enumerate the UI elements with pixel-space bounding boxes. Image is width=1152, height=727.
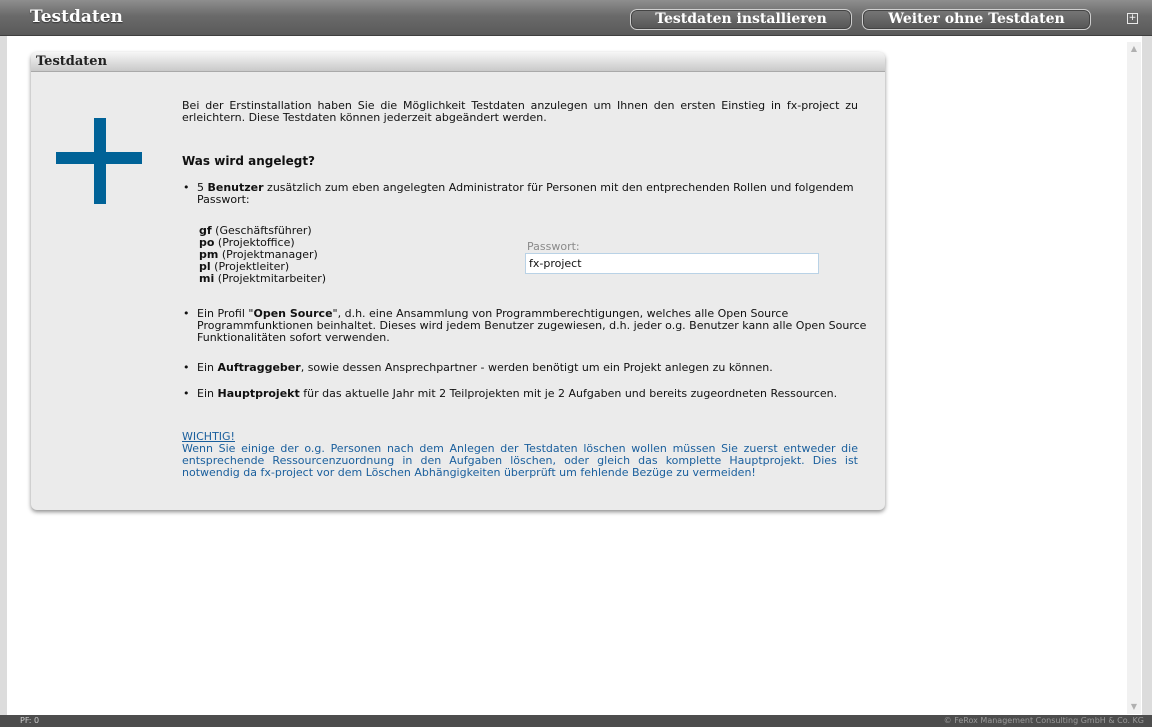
list-item-users: 5 Benutzer zusätzlich zum eben angelegte… (182, 182, 877, 206)
password-label: Passwort: (527, 240, 580, 253)
client-text: , sowie dessen Ansprechpartner - werden … (300, 361, 773, 374)
list-item-open-source: Ein Profil "Open Source", d.h. eine Ansa… (182, 308, 885, 344)
testdata-panel: Testdaten Bei der Erstinstallation haben… (31, 52, 885, 510)
users-text: zusätzlich zum eben angelegten Administr… (197, 181, 854, 206)
install-testdata-button[interactable]: Testdaten installieren (630, 9, 852, 30)
panel-title: Testdaten (31, 52, 885, 72)
role-name: (Projektmitarbeiter) (214, 272, 327, 285)
skip-testdata-button[interactable]: Weiter ohne Testdaten (862, 9, 1091, 30)
scroll-up-arrow-icon[interactable]: ▲ (1127, 42, 1141, 56)
client-pre: Ein (197, 361, 218, 374)
page-title: Testdaten (30, 7, 123, 27)
top-bar: Testdaten Testdaten installieren Weiter … (0, 0, 1152, 36)
status-bar: PF: 0 © FeRox Management Consulting GmbH… (0, 715, 1152, 727)
vertical-scrollbar[interactable]: ▲ ▼ (1127, 42, 1141, 714)
project-text: für das aktuelle Jahr mit 2 Teilprojekte… (299, 387, 838, 400)
status-left: PF: 0 (20, 716, 40, 725)
role-code: mi (199, 272, 215, 285)
client-label: Auftraggeber (217, 361, 301, 374)
project-pre: Ein (197, 387, 218, 400)
list-item-project: Ein Hauptprojekt für das aktuelle Jahr m… (182, 387, 885, 401)
list-item-client: Ein Auftraggeber, sowie dessen Ansprechp… (182, 361, 885, 375)
warning-text: Wenn Sie einige der o.g. Personen nach d… (182, 442, 858, 479)
scroll-down-arrow-icon[interactable]: ▼ (1127, 700, 1141, 714)
intro-text: Bei der Erstinstallation haben Sie die M… (182, 99, 858, 124)
role-list: gf (Geschäftsführer) po (Projektoffice) … (199, 225, 326, 285)
project-label: Hauptprojekt (217, 387, 300, 400)
section-heading: Was wird angelegt? (182, 154, 316, 168)
role-item: mi (Projektmitarbeiter) (199, 273, 326, 285)
expand-icon[interactable]: + (1127, 13, 1138, 24)
copyright: © FeRox Management Consulting GmbH & Co.… (943, 716, 1144, 725)
password-field[interactable] (525, 253, 819, 274)
